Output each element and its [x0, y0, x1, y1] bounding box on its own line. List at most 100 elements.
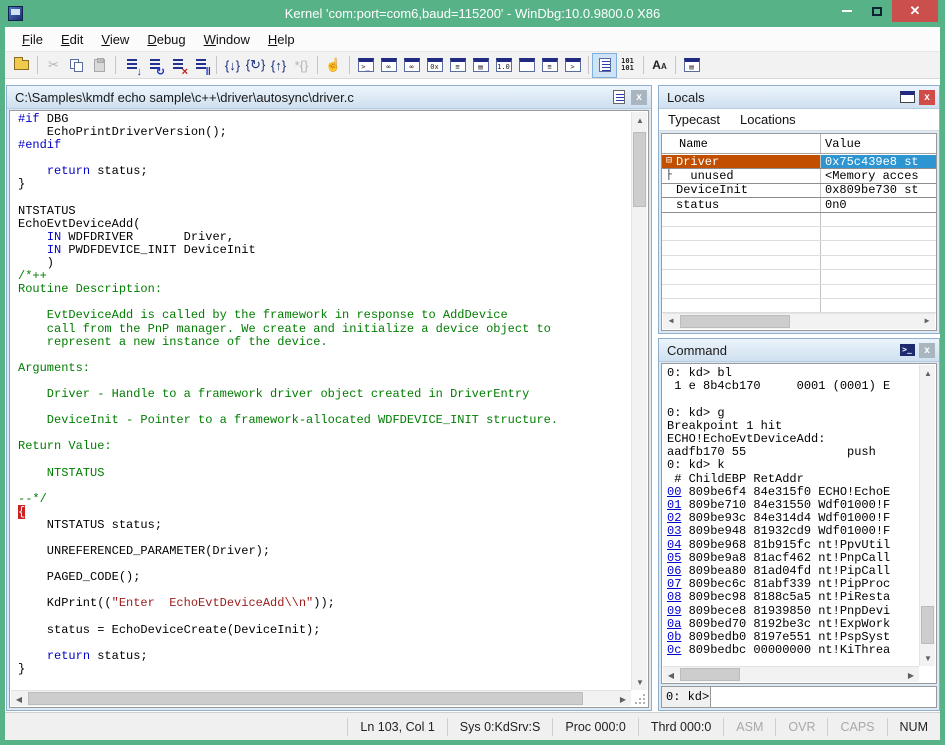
- locals-window-icon[interactable]: ∞: [400, 54, 423, 77]
- menu-debug[interactable]: Debug: [138, 32, 194, 47]
- call-stack-window-icon[interactable]: ▤: [469, 54, 492, 77]
- assembly-mode-icon[interactable]: 101101: [616, 54, 639, 77]
- source-editor[interactable]: #if DBG EchoPrintDriverVersion();#endif …: [9, 110, 649, 708]
- scroll-down-arrow-icon[interactable]: ▼: [920, 650, 936, 666]
- menu-help[interactable]: Help: [259, 32, 304, 47]
- scroll-left-arrow-icon[interactable]: ◀: [663, 314, 679, 330]
- code-line: DeviceInit - Pointer to a framework-allo…: [18, 414, 631, 427]
- status-sys-0-kdsrv-s: Sys 0:KdSrv:S: [447, 718, 553, 736]
- step-into-icon[interactable]: {↓}: [221, 54, 244, 77]
- menu-window[interactable]: Window: [195, 32, 259, 47]
- resize-grip[interactable]: [632, 691, 647, 706]
- expander-icon[interactable]: ⊟: [662, 155, 676, 168]
- scroll-up-arrow-icon[interactable]: ▲: [632, 112, 648, 128]
- command-output: 0: kd> bl 1 e 8b4cb170 0001 (0001) E 0: …: [663, 365, 919, 666]
- locals-row-Driver[interactable]: ⊟Driver0x75c439e8 st: [662, 155, 936, 169]
- scroll-right-arrow-icon[interactable]: ▶: [919, 314, 935, 330]
- scratch-pad-window-icon[interactable]: [515, 54, 538, 77]
- locals-horizontal-scrollbar[interactable]: ◀ ▶: [663, 313, 935, 329]
- floating-point-window-icon[interactable]: 1.0: [492, 54, 515, 77]
- app-frame: FileEditViewDebugWindowHelp ✂ ↓↻×‖ {↓}{↻}{…: [5, 27, 940, 740]
- stack-frame-link-00[interactable]: 00: [667, 485, 681, 499]
- command-output-panel[interactable]: 0: kd> bl 1 e 8b4cb170 0001 (0001) E 0: …: [661, 363, 937, 684]
- command-dock-button[interactable]: >_: [898, 343, 916, 358]
- menu-view[interactable]: View: [92, 32, 138, 47]
- stack-frame-link-0a[interactable]: 0a: [667, 617, 681, 631]
- stack-frame-link-01[interactable]: 01: [667, 498, 681, 512]
- stop-debugging-icon[interactable]: ×: [166, 54, 189, 77]
- source-close-button[interactable]: x: [631, 90, 647, 105]
- stack-frame-link-04[interactable]: 04: [667, 538, 681, 552]
- status-asm: ASM: [723, 718, 775, 736]
- stack-frame-link-09[interactable]: 09: [667, 604, 681, 618]
- locals-dock-button[interactable]: [898, 90, 916, 105]
- scroll-thumb[interactable]: [633, 132, 646, 207]
- process-thread-window-icon[interactable]: >: [561, 54, 584, 77]
- source-vertical-scrollbar[interactable]: ▲ ▼: [631, 112, 647, 690]
- options-icon[interactable]: ▤: [680, 54, 703, 77]
- code-line: Routine Description:: [18, 283, 631, 296]
- code-line: NTSTATUS status;: [18, 519, 631, 532]
- stack-frame-link-03[interactable]: 03: [667, 524, 681, 538]
- step-over-icon[interactable]: {↻}: [244, 54, 267, 77]
- source-window-header[interactable]: C:\Samples\kmdf echo sample\c++\driver\a…: [7, 86, 651, 109]
- scroll-left-arrow-icon[interactable]: ◀: [663, 667, 679, 683]
- code-line: --*/: [18, 493, 631, 506]
- stack-frame-link-02[interactable]: 02: [667, 511, 681, 525]
- locals-close-button[interactable]: x: [919, 90, 935, 105]
- close-button[interactable]: ✕: [892, 0, 938, 22]
- command-close-button[interactable]: x: [919, 343, 935, 358]
- stack-frame-link-08[interactable]: 08: [667, 590, 681, 604]
- restart-icon[interactable]: ↻: [143, 54, 166, 77]
- source-mode-button[interactable]: [610, 90, 628, 105]
- source-horizontal-scrollbar[interactable]: ◀ ▶: [11, 690, 631, 706]
- stack-frame-link-0c[interactable]: 0c: [667, 643, 681, 657]
- copy-icon[interactable]: [65, 54, 88, 77]
- scroll-right-arrow-icon[interactable]: ▶: [903, 667, 919, 683]
- locals-row-unused[interactable]: ├ unused<Memory acces: [662, 169, 936, 183]
- stack-frame-link-0b[interactable]: 0b: [667, 630, 681, 644]
- go-icon[interactable]: ↓: [120, 54, 143, 77]
- menu-file[interactable]: File: [13, 32, 52, 47]
- locals-window-header[interactable]: Locals x: [659, 86, 939, 109]
- tree-indent: [662, 198, 676, 211]
- source-mode-on-icon[interactable]: [593, 54, 616, 77]
- stack-frame-link-07[interactable]: 07: [667, 577, 681, 591]
- locals-menu-locations[interactable]: Locations: [740, 112, 796, 127]
- break-hand-icon[interactable]: ☝: [322, 54, 345, 77]
- stack-frame-link-06[interactable]: 06: [667, 564, 681, 578]
- go-unhandled-exception-icon[interactable]: ‖: [189, 54, 212, 77]
- command-window-header[interactable]: Command >_ x: [659, 339, 939, 362]
- watch-window-icon[interactable]: ∞: [377, 54, 400, 77]
- scroll-thumb[interactable]: [680, 668, 740, 681]
- command-window: Command >_ x 0: kd> bl 1 e 8b4cb170 0001…: [658, 338, 940, 711]
- command-vertical-scrollbar[interactable]: ▲ ▼: [919, 365, 935, 666]
- scroll-thumb[interactable]: [28, 692, 583, 705]
- locals-row-DeviceInit[interactable]: DeviceInit0x809be730 st: [662, 184, 936, 198]
- command-window-icon[interactable]: >_: [354, 54, 377, 77]
- stack-frame-link-05[interactable]: 05: [667, 551, 681, 565]
- font-icon[interactable]: AA: [648, 54, 671, 77]
- cut-icon: ✂: [42, 54, 65, 77]
- toolbar-separator: [216, 56, 217, 74]
- memory-window-icon[interactable]: ≡: [446, 54, 469, 77]
- step-out-icon[interactable]: {↑}: [267, 54, 290, 77]
- scroll-thumb[interactable]: [921, 606, 934, 644]
- command-horizontal-scrollbar[interactable]: ◀ ▶: [663, 666, 919, 682]
- scroll-left-arrow-icon[interactable]: ◀: [11, 691, 27, 707]
- scroll-down-arrow-icon[interactable]: ▼: [632, 674, 648, 690]
- disassembly-window-icon[interactable]: ≡: [538, 54, 561, 77]
- menu-edit[interactable]: Edit: [52, 32, 92, 47]
- command-line: 0c 809bedbc 00000000 nt!KiThrea: [667, 644, 919, 657]
- minimize-button[interactable]: [832, 0, 862, 22]
- scroll-thumb[interactable]: [680, 315, 790, 328]
- scroll-right-arrow-icon[interactable]: ▶: [615, 691, 631, 707]
- open-source-file-icon[interactable]: [10, 54, 33, 77]
- locals-menu-typecast[interactable]: Typecast: [668, 112, 720, 127]
- variable-value: <Memory acces: [820, 169, 936, 182]
- registers-window-icon[interactable]: 0x: [423, 54, 446, 77]
- locals-row-status[interactable]: status0n0: [662, 198, 936, 212]
- maximize-button[interactable]: [862, 0, 892, 22]
- scroll-up-arrow-icon[interactable]: ▲: [920, 365, 936, 381]
- command-input[interactable]: [711, 686, 937, 708]
